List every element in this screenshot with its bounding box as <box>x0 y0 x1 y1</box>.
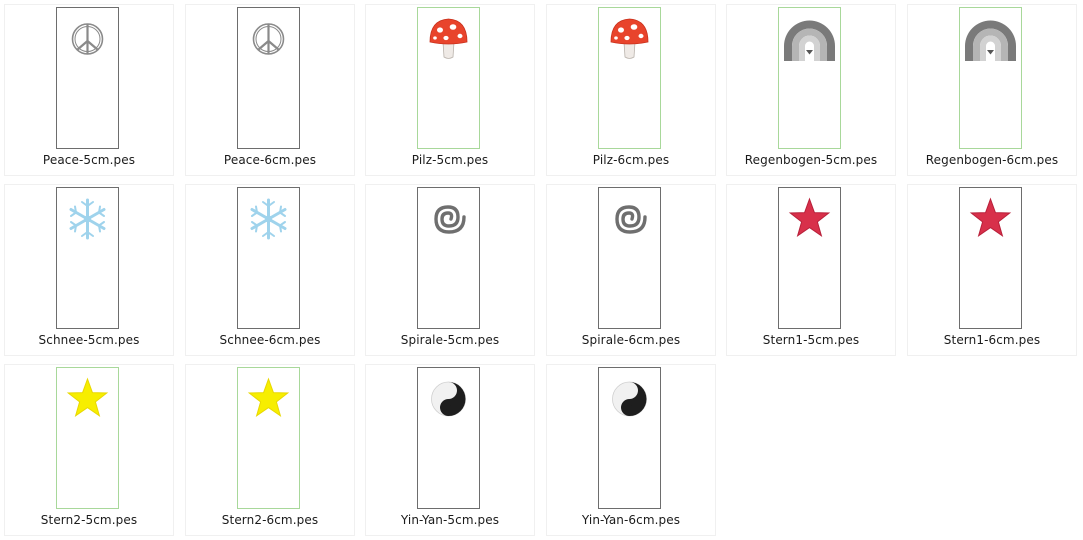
spiral-icon <box>615 205 647 234</box>
file-item[interactable]: Stern1-5cm.pes <box>726 184 896 356</box>
file-name: Peace-5cm.pes <box>42 153 136 167</box>
file-thumbnail <box>237 7 300 149</box>
mushroom-icon <box>429 18 468 59</box>
file-name: Stern1-6cm.pes <box>943 333 1041 347</box>
file-thumbnail <box>598 367 661 509</box>
file-name: Peace-6cm.pes <box>223 153 317 167</box>
file-item[interactable]: Schnee-5cm.pes <box>4 184 174 356</box>
file-name: Pilz-6cm.pes <box>592 153 670 167</box>
file-item[interactable]: Pilz-5cm.pes <box>365 4 535 176</box>
peace-icon <box>252 23 285 55</box>
file-item[interactable]: Peace-5cm.pes <box>4 4 174 176</box>
spiral-icon <box>434 205 466 234</box>
mushroom-icon <box>610 18 649 59</box>
file-thumbnail <box>959 7 1022 149</box>
file-grid: Peace-5cm.pes Peace-6cm.pes Pilz-5cm.pes… <box>0 0 1083 540</box>
file-thumbnail <box>417 7 480 149</box>
file-thumbnail <box>598 7 661 149</box>
yin-yang-icon <box>612 381 647 417</box>
file-name: Stern2-5cm.pes <box>40 513 138 527</box>
file-name: Yin-Yan-5cm.pes <box>400 513 500 527</box>
star-icon <box>66 377 109 418</box>
file-thumbnail <box>778 187 841 329</box>
file-name: Schnee-6cm.pes <box>219 333 321 347</box>
star-icon <box>969 197 1012 238</box>
file-name: Spirale-5cm.pes <box>400 333 500 347</box>
file-thumbnail <box>56 7 119 149</box>
star-icon <box>247 377 290 418</box>
file-name: Regenbogen-5cm.pes <box>744 153 878 167</box>
file-thumbnail <box>598 187 661 329</box>
file-item[interactable]: Spirale-6cm.pes <box>546 184 716 356</box>
file-item[interactable]: Stern1-6cm.pes <box>907 184 1077 356</box>
file-item[interactable]: Yin-Yan-5cm.pes <box>365 364 535 536</box>
file-thumbnail <box>56 187 119 329</box>
file-item[interactable]: Yin-Yan-6cm.pes <box>546 364 716 536</box>
snowflake-icon <box>250 198 287 240</box>
file-thumbnail <box>417 367 480 509</box>
file-thumbnail <box>778 7 841 149</box>
snowflake-icon <box>69 198 106 240</box>
file-name: Stern1-5cm.pes <box>762 333 860 347</box>
file-name: Pilz-5cm.pes <box>411 153 489 167</box>
file-thumbnail <box>237 187 300 329</box>
file-item[interactable]: Regenbogen-6cm.pes <box>907 4 1077 176</box>
file-item[interactable]: Stern2-5cm.pes <box>4 364 174 536</box>
file-name: Spirale-6cm.pes <box>581 333 681 347</box>
file-thumbnail <box>56 367 119 509</box>
file-name: Schnee-5cm.pes <box>38 333 140 347</box>
file-name: Regenbogen-6cm.pes <box>925 153 1059 167</box>
file-item[interactable]: Peace-6cm.pes <box>185 4 355 176</box>
file-item[interactable]: Stern2-6cm.pes <box>185 364 355 536</box>
file-item[interactable]: Regenbogen-5cm.pes <box>726 4 896 176</box>
file-thumbnail <box>237 367 300 509</box>
star-icon <box>788 197 831 238</box>
file-name: Stern2-6cm.pes <box>221 513 319 527</box>
yin-yang-icon <box>431 381 466 417</box>
file-thumbnail <box>417 187 480 329</box>
file-item[interactable]: Spirale-5cm.pes <box>365 184 535 356</box>
rainbow-icon <box>784 20 835 62</box>
file-name: Yin-Yan-6cm.pes <box>581 513 681 527</box>
peace-icon <box>71 23 104 55</box>
file-item[interactable]: Schnee-6cm.pes <box>185 184 355 356</box>
file-item[interactable]: Pilz-6cm.pes <box>546 4 716 176</box>
file-thumbnail <box>959 187 1022 329</box>
rainbow-icon <box>965 20 1016 62</box>
